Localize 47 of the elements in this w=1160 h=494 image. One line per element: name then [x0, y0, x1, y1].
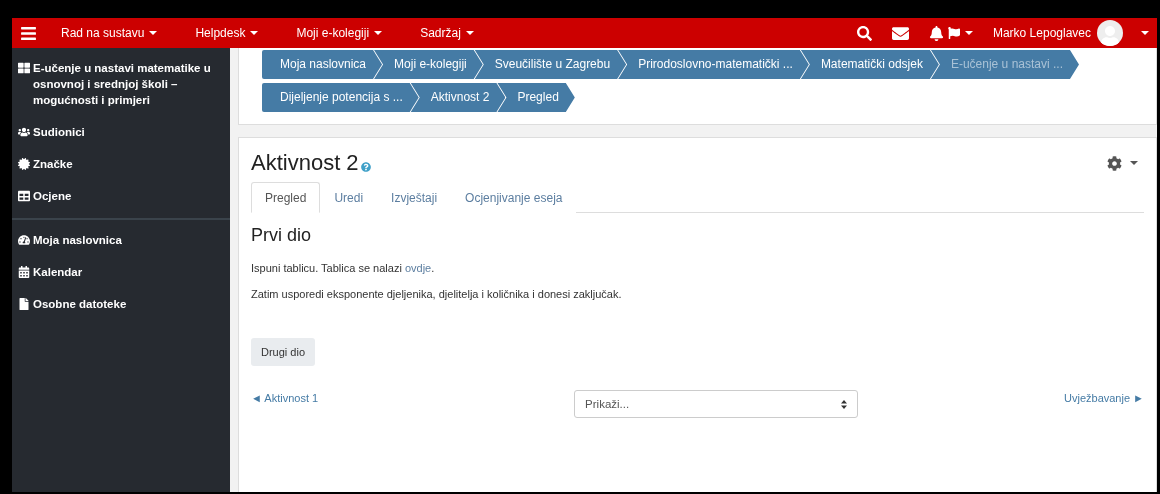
help-icon[interactable] — [360, 162, 371, 172]
bell-icon[interactable] — [928, 25, 944, 41]
breadcrumb-item[interactable]: Matematički odsjek — [800, 50, 939, 79]
calendar-icon — [18, 266, 30, 278]
jump-select[interactable]: Prikaži... — [574, 390, 859, 418]
user-name[interactable]: Marko Lepoglavec — [992, 26, 1091, 40]
next-activity-link[interactable]: Uvježbavanje ► — [1064, 392, 1144, 404]
sort-arrows-icon — [841, 399, 848, 409]
avatar-icon[interactable] — [1097, 20, 1123, 46]
nav-menu[interactable]: Helpdesk — [195, 26, 259, 40]
caret-icon[interactable] — [1141, 31, 1149, 35]
search-icon[interactable] — [856, 25, 872, 41]
sidebar-item[interactable]: Značke — [12, 150, 230, 182]
paragraph: Ispuni tablicu. Tablica se nalazi ovdje. — [251, 262, 436, 274]
table-icon — [18, 190, 30, 202]
settings-icon[interactable] — [1107, 155, 1138, 171]
sidebar-item[interactable]: Kalendar — [12, 258, 230, 290]
sidebar-item[interactable]: Moja naslovnica — [12, 226, 230, 258]
envelope-icon[interactable] — [891, 24, 909, 42]
users-icon — [18, 126, 30, 138]
tab[interactable]: Pregled — [251, 182, 321, 213]
sidebar-item[interactable]: Sudionici — [12, 118, 230, 150]
sidebar-item[interactable]: Osobne datoteke — [12, 290, 230, 322]
breadcrumb-item[interactable]: Aktivnost 2 — [410, 83, 506, 112]
dashboard-icon — [18, 234, 30, 246]
breadcrumb-item[interactable]: Pregled — [497, 83, 575, 112]
badge-icon — [18, 158, 30, 170]
section-heading: Prvi dio — [251, 225, 313, 246]
breadcrumb-item[interactable]: Moji e-kolegiji — [374, 50, 483, 79]
nav-menu[interactable]: Sadržaj — [420, 26, 474, 40]
page-title: Aktivnost 2 — [251, 150, 359, 176]
file-icon — [18, 298, 30, 310]
grid-icon — [18, 62, 30, 74]
sidebar-item[interactable]: E-učenje u nastavi matematike u osnovnoj i srednjoj školi – mogućnosti i primjeri — [12, 54, 230, 118]
breadcrumb-item[interactable]: Dijeljenje potencija s ... — [262, 83, 419, 112]
breadcrumb-item[interactable]: Sveučilište u Zagrebu — [474, 50, 627, 79]
paragraph: Zatim usporedi eksponente djeljenika, djelitelja i količnika i donesi zaključak. — [251, 288, 623, 300]
menu-icon[interactable] — [20, 24, 37, 42]
previous-activity-link[interactable]: ◄ Aktivnost 1 — [251, 392, 319, 404]
next-page-button[interactable]: Drugi dio — [251, 338, 316, 366]
breadcrumb-item[interactable]: Moja naslovnica — [262, 50, 383, 79]
nav-menu[interactable]: Moji e-kolegiji — [296, 26, 383, 40]
flag-icon[interactable] — [947, 27, 973, 39]
link[interactable]: ovdje — [404, 262, 432, 274]
breadcrumb-item[interactable]: Prirodoslovno-matematički ... — [618, 50, 809, 79]
nav-menu[interactable]: Rad na sustavu — [61, 26, 158, 40]
sidebar-item[interactable]: Ocjene — [12, 182, 230, 214]
